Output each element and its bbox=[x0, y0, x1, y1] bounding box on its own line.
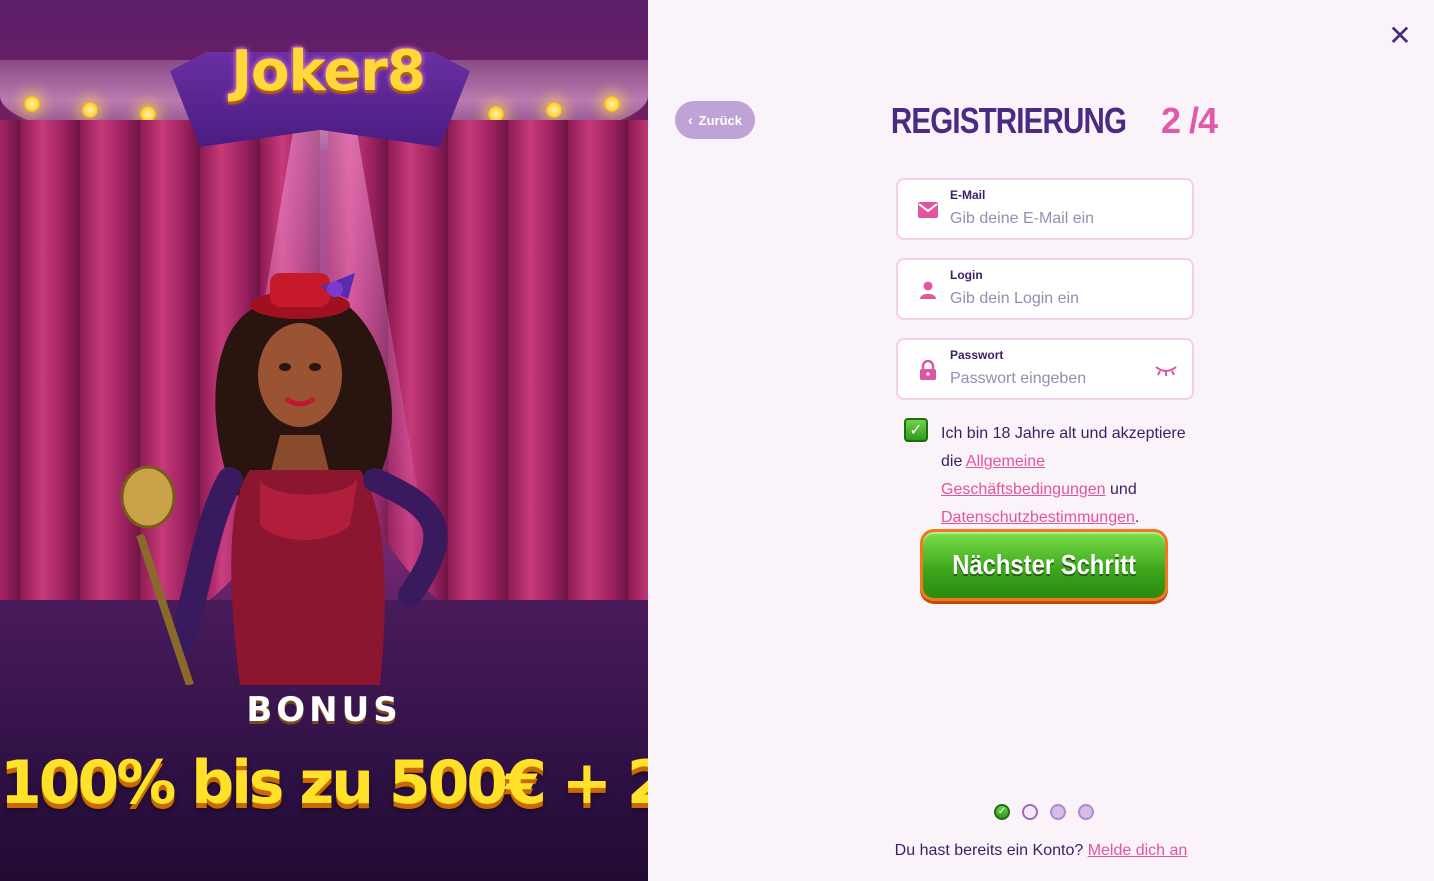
close-icon: ✕ bbox=[1388, 19, 1412, 52]
promo-panel: Joker8 BONUS 100% bis zu 500€ + 200 FS bbox=[0, 0, 648, 881]
existing-account-question: Du hast bereits ein Konto? bbox=[894, 842, 1088, 859]
progress-dot-pending bbox=[1050, 804, 1066, 820]
progress-dot-current bbox=[1022, 804, 1038, 820]
bonus-label: BONUS bbox=[246, 690, 402, 730]
joker8-logo: Joker8 bbox=[231, 39, 426, 104]
existing-account-prompt: Du hast bereits ein Konto? Melde dich an bbox=[648, 842, 1434, 860]
login-label: Login bbox=[950, 268, 983, 282]
email-label: E-Mail bbox=[950, 188, 986, 202]
password-label: Passwort bbox=[950, 348, 1004, 362]
step-indicator: 2 /4 bbox=[1161, 100, 1218, 141]
lock-icon bbox=[918, 360, 938, 380]
singer-illustration bbox=[120, 273, 448, 685]
consent-text-middle: und bbox=[1105, 481, 1137, 498]
consent-text: Ich bin 18 Jahre alt und akzeptiere die … bbox=[941, 420, 1191, 532]
stage-bulb bbox=[82, 102, 98, 118]
login-input[interactable] bbox=[950, 288, 1150, 310]
page-title: REGISTRIERUNG 2 /4 bbox=[648, 100, 1434, 142]
progress-dot-completed: ✓ bbox=[994, 804, 1010, 820]
password-input[interactable] bbox=[950, 368, 1150, 390]
terms-link[interactable]: Allgemeine Geschäftsbedingungen bbox=[941, 453, 1106, 498]
stage-bulb bbox=[604, 96, 620, 112]
step-progress: ✓ bbox=[994, 804, 1094, 820]
checkmark-icon: ✓ bbox=[909, 420, 923, 439]
close-button[interactable]: ✕ bbox=[1386, 22, 1414, 50]
bonus-value: 100% bis zu 500€ + 200 FS bbox=[0, 748, 648, 818]
login-link[interactable]: Melde dich an bbox=[1088, 842, 1188, 859]
stage-bulb bbox=[546, 102, 562, 118]
next-step-label: Nächster Schritt bbox=[952, 549, 1136, 580]
envelope-icon bbox=[918, 200, 938, 220]
stage-bulb bbox=[24, 96, 40, 112]
user-icon bbox=[918, 280, 938, 300]
registration-panel: ✕ ‹ Zurück REGISTRIERUNG 2 /4 E-Mail Log… bbox=[648, 0, 1434, 881]
consent-text-after: . bbox=[1134, 509, 1140, 526]
progress-dot-pending bbox=[1078, 804, 1094, 820]
title-text: REGISTRIERUNG bbox=[890, 100, 1127, 141]
eye-closed-icon[interactable] bbox=[1154, 362, 1178, 378]
consent-checkbox[interactable]: ✓ bbox=[904, 418, 928, 442]
email-field[interactable]: E-Mail bbox=[896, 178, 1194, 240]
next-step-button[interactable]: Nächster Schritt bbox=[920, 529, 1168, 601]
login-field[interactable]: Login bbox=[896, 258, 1194, 320]
privacy-link[interactable]: Datenschutzbestimmungen bbox=[941, 509, 1135, 526]
password-field[interactable]: Passwort bbox=[896, 338, 1194, 400]
email-input[interactable] bbox=[950, 208, 1150, 230]
